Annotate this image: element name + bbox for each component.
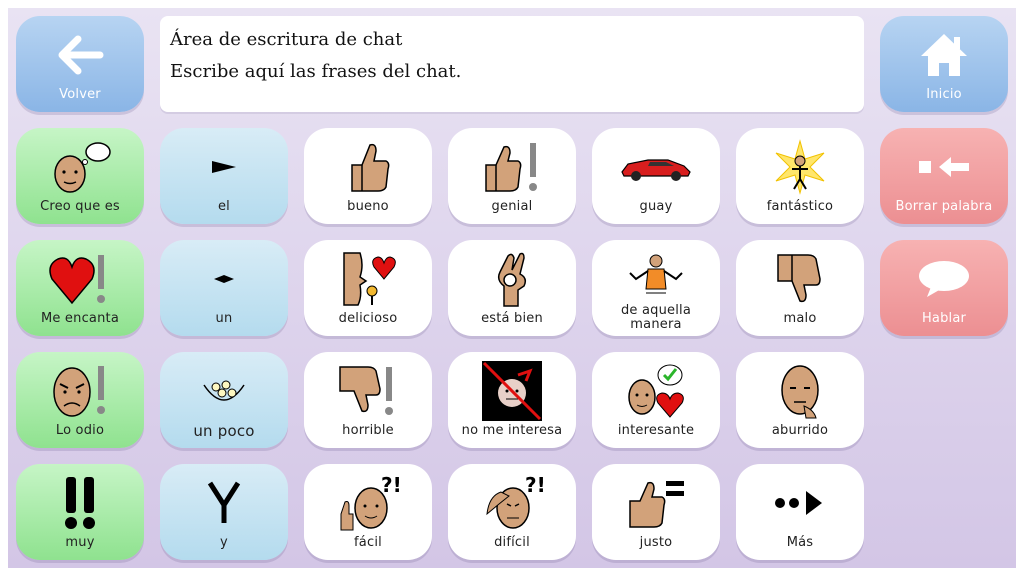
home-label: Inicio — [926, 87, 962, 102]
tile-bueno[interactable]: bueno — [304, 128, 432, 224]
tile-label: Más — [786, 535, 814, 550]
tile-label: delicioso — [338, 311, 398, 326]
tile-delicioso[interactable]: delicioso — [304, 240, 432, 336]
tile-label: guay — [639, 199, 673, 214]
tile-label: aburrido — [771, 423, 829, 438]
double-exclaim-icon — [16, 464, 144, 536]
sports-car-icon — [592, 128, 720, 200]
tile-label: horrible — [342, 423, 394, 438]
heart-exclaim-icon — [16, 240, 144, 312]
svg-text:?!: ?! — [381, 474, 401, 497]
tile-esta-bien[interactable]: está bien — [448, 240, 576, 336]
home-button[interactable]: Inicio — [880, 16, 1008, 112]
tile-me-encanta[interactable]: Me encanta — [16, 240, 144, 336]
thinking-face-icon — [16, 128, 144, 200]
delete-arrow-icon — [880, 128, 1008, 200]
tile-label: no me interesa — [461, 423, 563, 438]
tile-el[interactable]: el — [160, 128, 288, 224]
tile-label: malo — [783, 311, 817, 326]
tile-label: interesante — [617, 423, 695, 438]
chat-title: Área de escritura de chat — [170, 29, 403, 50]
delete-word-label: Borrar palabra — [895, 199, 993, 214]
thumbs-up-exclaim-icon — [448, 128, 576, 200]
delete-word-button[interactable]: Borrar palabra — [880, 128, 1008, 224]
tile-lo-odio[interactable]: Lo odio — [16, 352, 144, 448]
tile-label: está bien — [481, 311, 543, 326]
thumbs-down-exclaim-icon — [304, 352, 432, 424]
difficult-face-icon: ?! — [448, 464, 576, 536]
not-interested-icon — [448, 352, 576, 424]
tile-facil[interactable]: ?! fácil — [304, 464, 432, 560]
bored-face-icon — [736, 352, 864, 424]
tile-muy[interactable]: muy — [16, 464, 144, 560]
tile-label: y — [220, 535, 228, 550]
tile-mas[interactable]: Más — [736, 464, 864, 560]
tile-guay[interactable]: guay — [592, 128, 720, 224]
easy-face-icon: ?! — [304, 464, 432, 536]
tile-label: justo — [639, 535, 673, 550]
arrow-left-icon — [16, 16, 144, 88]
angry-face-icon — [16, 352, 144, 424]
tile-de-aquella-manera[interactable]: de aquella manera — [592, 240, 720, 336]
tile-dificil[interactable]: ?! difícil — [448, 464, 576, 560]
chat-placeholder: Escribe aquí las frases del chat. — [170, 61, 462, 82]
tasty-lollipop-icon — [304, 240, 432, 312]
tile-genial[interactable]: genial — [448, 128, 576, 224]
ok-hand-icon — [448, 240, 576, 312]
tile-justo[interactable]: justo — [592, 464, 720, 560]
tile-horrible[interactable]: horrible — [304, 352, 432, 448]
tile-label: un poco — [193, 422, 255, 440]
tile-label: difícil — [494, 535, 530, 550]
speak-label: Hablar — [921, 311, 967, 326]
tile-label: Me encanta — [40, 311, 119, 326]
chat-writing-area[interactable]: Área de escritura de chat Escribe aquí l… — [160, 16, 864, 112]
tile-label: Creo que es — [40, 199, 120, 214]
tile-creo-que-es[interactable]: Creo que es — [16, 128, 144, 224]
tile-un-poco[interactable]: un poco — [160, 352, 288, 448]
star-person-icon — [736, 128, 864, 200]
tile-label: fácil — [354, 535, 382, 550]
tile-un[interactable]: un — [160, 240, 288, 336]
tile-label: bueno — [347, 199, 389, 214]
tile-label: genial — [491, 199, 533, 214]
interested-face-icon — [592, 352, 720, 424]
tile-no-me-interesa[interactable]: no me interesa — [448, 352, 576, 448]
diamond-small-icon — [160, 240, 288, 312]
thumbs-up-icon — [304, 128, 432, 200]
arrow-right-small-icon — [160, 128, 288, 200]
tile-aburrido[interactable]: aburrido — [736, 352, 864, 448]
speak-button[interactable]: Hablar — [880, 240, 1008, 336]
shrug-person-icon — [592, 240, 720, 304]
tile-label: Lo odio — [55, 423, 105, 438]
letter-y-icon — [160, 464, 288, 536]
home-icon — [880, 16, 1008, 88]
thumbs-down-icon — [736, 240, 864, 312]
svg-text:?!: ?! — [525, 474, 545, 497]
back-label: Volver — [59, 87, 101, 102]
speech-bubble-icon — [880, 240, 1008, 312]
tile-interesante[interactable]: interesante — [592, 352, 720, 448]
tile-malo[interactable]: malo — [736, 240, 864, 336]
bowl-balls-icon — [160, 352, 288, 424]
thumbs-up-equals-icon — [592, 464, 720, 536]
tile-label: un — [215, 311, 233, 326]
more-dots-arrow-icon — [736, 464, 864, 536]
tile-fantastico[interactable]: fantástico — [736, 128, 864, 224]
back-button[interactable]: Volver — [16, 16, 144, 112]
tile-label: fantástico — [766, 199, 834, 214]
tile-label: el — [217, 199, 230, 214]
tile-label: de aquella manera — [620, 303, 692, 332]
tile-y[interactable]: y — [160, 464, 288, 560]
tile-label: muy — [65, 535, 95, 550]
